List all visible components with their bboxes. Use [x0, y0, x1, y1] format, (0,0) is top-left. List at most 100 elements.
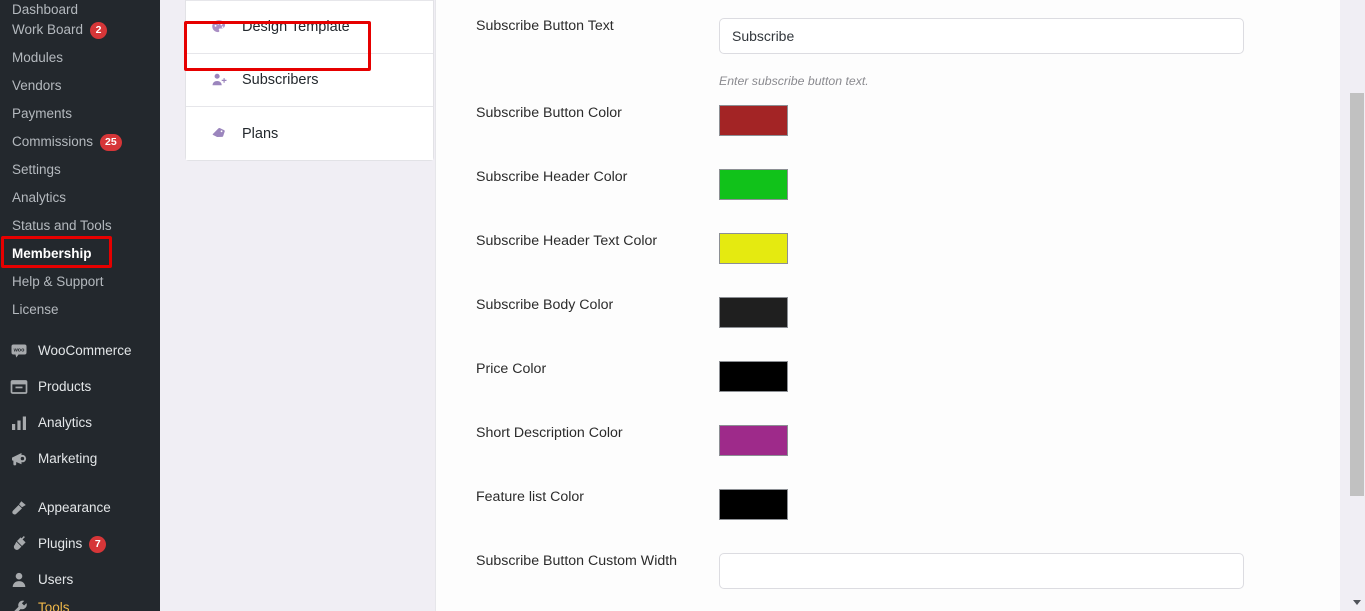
sidebar-item-appearance[interactable]: Appearance [0, 490, 160, 526]
sidebar-item-users[interactable]: Users [0, 562, 160, 598]
form-row-subscribe-button-text: Subscribe Button Text Enter subscribe bu… [436, 18, 1341, 88]
field-control [719, 297, 1341, 328]
subnav-label: Design Template [242, 19, 350, 35]
sidebar-item-plugins[interactable]: Plugins 7 [0, 526, 160, 562]
sidebar-item-label: Plugins [38, 536, 83, 552]
sidebar-divider [0, 324, 160, 333]
sidebar-item-label: WooCommerce [38, 343, 132, 359]
sidebar-item-label: Commissions [12, 134, 94, 150]
sidebar-item-label: Users [38, 572, 74, 588]
sidebar-item-marketing[interactable]: Marketing [0, 441, 160, 477]
sidebar-item-label: Help & Support [12, 274, 104, 290]
sidebar-item-commissions[interactable]: Commissions 25 [0, 128, 160, 156]
sidebar-item-label: Modules [12, 50, 64, 66]
sidebar-badge: 25 [100, 133, 122, 151]
field-label: Short Description Color [476, 425, 623, 441]
sidebar-item-license[interactable]: License [0, 296, 160, 324]
sidebar-item-subscribers[interactable]: Subscribers [186, 54, 433, 107]
form-row-feature-list-color: Feature list Color [436, 489, 1341, 520]
sidebar-item-label: Products [38, 379, 92, 395]
subnav-label: Subscribers [242, 72, 319, 88]
field-label: Subscribe Header Text Color [476, 233, 658, 249]
field-label: Subscribe Header Color [476, 169, 628, 185]
subscribe-button-text-input[interactable] [719, 18, 1244, 54]
sidebar-item-woocommerce[interactable]: woo WooCommerce [0, 333, 160, 369]
form-row-price-color: Price Color [436, 361, 1341, 392]
field-control [719, 169, 1341, 200]
sidebar-item-tools[interactable]: Tools [0, 598, 160, 611]
sidebar-item-label: License [12, 302, 59, 318]
sidebar-item-label: Analytics [38, 415, 93, 431]
field-control [719, 233, 1341, 264]
app-screen: Subscribe Button Text Enter subscribe bu… [0, 0, 1365, 611]
user-plus-icon [210, 71, 228, 89]
field-label: Price Color [476, 361, 547, 377]
sidebar-item-design-template[interactable]: Design Template [186, 1, 433, 54]
subscribe-header-text-color-swatch[interactable] [719, 233, 788, 264]
vertical-scrollbar-thumb[interactable] [1350, 93, 1364, 496]
subscribe-body-color-swatch[interactable] [719, 297, 788, 328]
design-template-form: Subscribe Button Text Enter subscribe bu… [435, 0, 1340, 611]
sidebar-item-analytics[interactable]: Analytics [0, 405, 160, 441]
sidebar-item-analytics[interactable]: Analytics [0, 184, 160, 212]
sidebar-item-label: Tools [38, 600, 70, 611]
sidebar-item-status-and-tools[interactable]: Status and Tools [0, 212, 160, 240]
sidebar-item-dashboard[interactable]: Dashboard [0, 0, 160, 16]
sidebar-item-membership[interactable]: Membership [0, 240, 160, 268]
form-row-subscribe-button-custom-width: Subscribe Button Custom Width [436, 553, 1341, 589]
user-icon [9, 570, 29, 590]
plug-icon [9, 534, 29, 554]
sidebar-item-settings[interactable]: Settings [0, 156, 160, 184]
svg-text:woo: woo [13, 348, 25, 354]
wp-admin-sidebar: Dashboard Work Board 2 Modules Vendors P… [0, 0, 160, 611]
field-helper-text: Enter subscribe button text. [719, 74, 869, 88]
short-description-color-swatch[interactable] [719, 425, 788, 456]
sidebar-item-label: Appearance [38, 500, 111, 516]
field-label: Subscribe Body Color [476, 297, 614, 313]
sidebar-item-label: Analytics [12, 190, 67, 206]
subscribe-button-custom-width-input[interactable] [719, 553, 1244, 589]
sidebar-item-label: Settings [12, 162, 61, 178]
form-row-subscribe-button-color: Subscribe Button Color [436, 105, 1341, 136]
scroll-down-button[interactable] [1348, 594, 1365, 611]
vertical-scrollbar-track[interactable] [1348, 0, 1365, 611]
subscribe-button-color-swatch[interactable] [719, 105, 788, 136]
sidebar-item-products[interactable]: Products [0, 369, 160, 405]
sidebar-item-modules[interactable]: Modules [0, 44, 160, 72]
membership-subnav-panel: Design Template Subscribers Plans [185, 0, 434, 161]
sidebar-item-label: Vendors [12, 78, 62, 94]
sidebar-item-plans[interactable]: Plans [186, 107, 433, 160]
megaphone-icon [9, 449, 29, 469]
analytics-bars-icon [9, 413, 29, 433]
field-control [719, 361, 1341, 392]
sidebar-item-label: Work Board [12, 22, 84, 38]
feature-list-color-swatch[interactable] [719, 489, 788, 520]
field-control [719, 105, 1341, 136]
field-label: Feature list Color [476, 489, 585, 505]
sidebar-item-vendors[interactable]: Vendors [0, 72, 160, 100]
field-label: Subscribe Button Color [476, 105, 622, 121]
field-label: Subscribe Button Custom Width [476, 553, 678, 569]
woocommerce-icon: woo [9, 341, 29, 361]
sidebar-item-help-and-support[interactable]: Help & Support [0, 268, 160, 296]
form-row-subscribe-body-color: Subscribe Body Color [436, 297, 1341, 328]
field-control [719, 489, 1341, 520]
sidebar-item-label: Dashboard [12, 1, 79, 16]
palette-icon [210, 18, 228, 36]
form-row-subscribe-header-color: Subscribe Header Color [436, 169, 1341, 200]
chevron-down-icon [1352, 600, 1361, 605]
tools-icon [9, 598, 29, 611]
price-color-swatch[interactable] [719, 361, 788, 392]
field-control: Enter subscribe button text. [719, 18, 1341, 88]
sidebar-badge: 2 [90, 21, 108, 39]
tag-icon [210, 125, 228, 143]
sidebar-badge: 7 [89, 535, 107, 553]
subscribe-header-color-swatch[interactable] [719, 169, 788, 200]
sidebar-item-payments[interactable]: Payments [0, 100, 160, 128]
sidebar-item-label: Marketing [38, 451, 98, 467]
sidebar-item-label: Membership [12, 246, 92, 262]
field-control [719, 553, 1341, 589]
sidebar-item-work-board[interactable]: Work Board 2 [0, 16, 160, 44]
form-row-short-description-color: Short Description Color [436, 425, 1341, 456]
